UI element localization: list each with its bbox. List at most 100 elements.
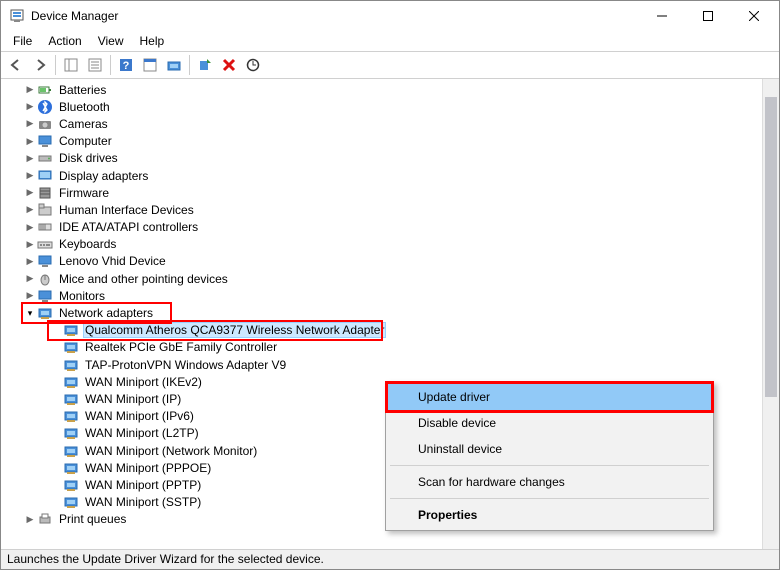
menu-file[interactable]: File [5, 32, 40, 50]
chevron-right-icon[interactable]: ▶ [23, 151, 37, 165]
monitor-icon [37, 253, 53, 269]
chevron-right-icon[interactable]: ▶ [23, 254, 37, 268]
tree-label: Bluetooth [57, 100, 112, 114]
tree-spacer [49, 358, 63, 372]
tree-item-mice[interactable]: ▶ Mice and other pointing devices [1, 270, 762, 287]
chevron-right-icon[interactable]: ▶ [23, 186, 37, 200]
tree-label: WAN Miniport (PPPOE) [83, 461, 213, 475]
disk-icon [37, 150, 53, 166]
title-bar: Device Manager [1, 1, 779, 31]
network-adapter-icon [63, 494, 79, 510]
tree-item-lenovo-vhid[interactable]: ▶ Lenovo Vhid Device [1, 253, 762, 270]
chevron-right-icon[interactable]: ▶ [23, 117, 37, 131]
tree-spacer [49, 444, 63, 458]
action-toolbar-button[interactable] [139, 54, 161, 76]
show-hide-tree-button[interactable] [60, 54, 82, 76]
chevron-right-icon[interactable]: ▶ [23, 203, 37, 217]
tree-label: WAN Miniport (IP) [83, 392, 183, 406]
maximize-button[interactable] [685, 1, 731, 31]
tree-label: WAN Miniport (IPv6) [83, 409, 196, 423]
help-button[interactable]: ? [115, 54, 137, 76]
ctx-properties[interactable]: Properties [388, 502, 711, 528]
tree-label: Realtek PCIe GbE Family Controller [83, 340, 279, 354]
vertical-scrollbar[interactable] [762, 79, 779, 550]
properties-button[interactable] [84, 54, 106, 76]
chevron-right-icon[interactable]: ▶ [23, 100, 37, 114]
tree-item-computer[interactable]: ▶ Computer [1, 133, 762, 150]
scrollbar-thumb[interactable] [765, 97, 777, 397]
tree-label: TAP-ProtonVPN Windows Adapter V9 [83, 358, 288, 372]
chevron-right-icon[interactable]: ▶ [23, 169, 37, 183]
tree-item-monitors[interactable]: ▶ Monitors [1, 287, 762, 304]
tree-item-bluetooth[interactable]: ▶ Bluetooth [1, 98, 762, 115]
menu-view[interactable]: View [90, 32, 132, 50]
hid-icon [37, 202, 53, 218]
tree-label: Keyboards [57, 237, 118, 251]
tree-item-qualcomm[interactable]: Qualcomm Atheros QCA9377 Wireless Networ… [49, 322, 381, 339]
ctx-scan-hardware[interactable]: Scan for hardware changes [388, 469, 711, 495]
computer-icon [37, 133, 53, 149]
device-manager-icon [9, 8, 25, 24]
tree-label: Network adapters [57, 306, 155, 320]
tree-item-disk-drives[interactable]: ▶ Disk drives [1, 150, 762, 167]
close-button[interactable] [731, 1, 777, 31]
ctx-update-driver[interactable]: Update driver [388, 384, 711, 410]
tree-label: Computer [57, 134, 114, 148]
tree-label: WAN Miniport (PPTP) [83, 478, 203, 492]
network-adapter-icon [63, 391, 79, 407]
tree-item-network-adapters[interactable]: ▾ Network adapters [23, 304, 170, 321]
printer-icon [37, 511, 53, 527]
tree-item-realtek[interactable]: Realtek PCIe GbE Family Controller [1, 339, 762, 356]
network-adapter-icon [63, 357, 79, 373]
chevron-right-icon[interactable]: ▶ [23, 512, 37, 526]
chevron-right-icon[interactable]: ▶ [23, 134, 37, 148]
tree-item-display-adapters[interactable]: ▶ Display adapters [1, 167, 762, 184]
keyboard-icon [37, 236, 53, 252]
chevron-right-icon[interactable]: ▶ [23, 220, 37, 234]
menu-action[interactable]: Action [40, 32, 89, 50]
ctx-disable-device[interactable]: Disable device [388, 410, 711, 436]
tree-label: Monitors [57, 289, 107, 303]
context-menu-separator [390, 465, 709, 466]
ctx-uninstall-device[interactable]: Uninstall device [388, 436, 711, 462]
tree-spacer [49, 409, 63, 423]
tree-label: WAN Miniport (L2TP) [83, 426, 201, 440]
chevron-right-icon[interactable]: ▶ [23, 83, 37, 97]
tree-item-ide[interactable]: ▶ IDE ATA/ATAPI controllers [1, 219, 762, 236]
tree-label: Qualcomm Atheros QCA9377 Wireless Networ… [83, 322, 386, 338]
tree-label: Display adapters [57, 169, 150, 183]
menu-help[interactable]: Help [132, 32, 173, 50]
tree-item-hid[interactable]: ▶ Human Interface Devices [1, 201, 762, 218]
bluetooth-icon [37, 99, 53, 115]
tree-spacer [49, 461, 63, 475]
tree-label: Batteries [57, 83, 108, 97]
tree-item-tap[interactable]: TAP-ProtonVPN Windows Adapter V9 [1, 356, 762, 373]
chevron-down-icon[interactable]: ▾ [23, 306, 37, 320]
minimize-button[interactable] [639, 1, 685, 31]
tree-spacer [49, 323, 63, 337]
monitor-icon [37, 288, 53, 304]
battery-icon [37, 82, 53, 98]
chevron-right-icon[interactable]: ▶ [23, 289, 37, 303]
status-text: Launches the Update Driver Wizard for th… [7, 552, 324, 566]
toolbar: ? [1, 51, 779, 79]
update-driver-button[interactable] [163, 54, 185, 76]
toolbar-separator [55, 55, 56, 75]
uninstall-button[interactable] [218, 54, 240, 76]
chevron-right-icon[interactable]: ▶ [23, 272, 37, 286]
tree-spacer [49, 340, 63, 354]
chevron-right-icon[interactable]: ▶ [23, 237, 37, 251]
context-menu-separator [390, 498, 709, 499]
tree-item-cameras[interactable]: ▶ Cameras [1, 115, 762, 132]
back-button[interactable] [5, 54, 27, 76]
scan-hardware-button[interactable] [242, 54, 264, 76]
toolbar-separator [110, 55, 111, 75]
enable-device-button[interactable] [194, 54, 216, 76]
tree-item-firmware[interactable]: ▶ Firmware [1, 184, 762, 201]
tree-item-keyboards[interactable]: ▶ Keyboards [1, 236, 762, 253]
tree-spacer [49, 495, 63, 509]
forward-button[interactable] [29, 54, 51, 76]
tree-spacer [49, 478, 63, 492]
network-adapter-icon [63, 425, 79, 441]
tree-item-batteries[interactable]: ▶ Batteries [1, 81, 762, 98]
